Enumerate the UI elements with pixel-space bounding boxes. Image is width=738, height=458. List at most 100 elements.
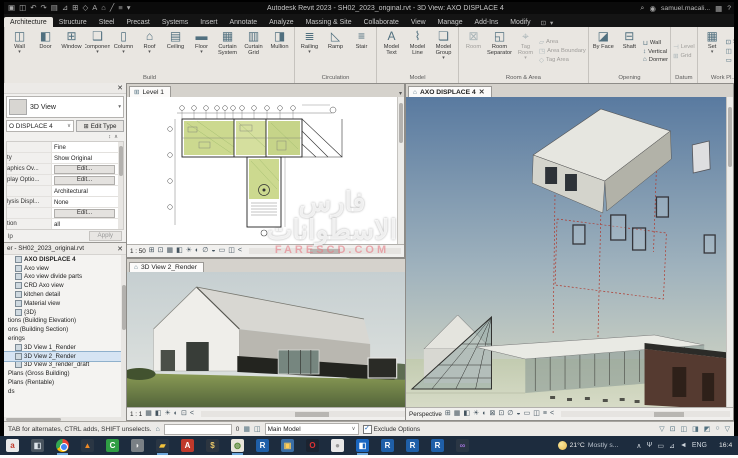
- taskbar-clock[interactable]: 16:4: [719, 442, 732, 449]
- tree-item-selected[interactable]: 3D View 2_Render: [4, 352, 126, 361]
- tab-axo-displace-4[interactable]: ⌂ AXO DISPLACE 4: [408, 86, 492, 97]
- editing-requests-icon[interactable]: ◫: [254, 425, 261, 433]
- tree-item[interactable]: {3D}: [4, 308, 126, 317]
- room-separator-button[interactable]: ◱Room Separator: [487, 28, 512, 74]
- set-work-plane-button[interactable]: ▦Set: [700, 28, 725, 74]
- tree-item[interactable]: 3D View 3_render_draft: [4, 361, 126, 370]
- close-icon[interactable]: [479, 88, 485, 96]
- show-crop-icon[interactable]: ⊞: [445, 409, 451, 419]
- tag-icon[interactable]: ◇: [82, 3, 88, 13]
- tree-category[interactable]: Plans (Gross Building): [4, 369, 126, 378]
- tree-item[interactable]: AXO DISPLACE 4: [4, 255, 126, 264]
- scale-control[interactable]: 1 : 50: [130, 248, 146, 255]
- wall-opening-button[interactable]: ⊔Wall: [643, 39, 668, 47]
- shadows-icon[interactable]: ◐: [482, 409, 486, 419]
- help-menu[interactable]: ?: [727, 5, 731, 12]
- panel-label-room-area[interactable]: Room & Area: [459, 74, 588, 83]
- railing-button[interactable]: ≣Railing: [297, 28, 322, 74]
- display-icon[interactable]: ▭: [657, 442, 664, 450]
- active-workset-field[interactable]: [164, 424, 232, 435]
- select-by-face-icon[interactable]: ◨: [692, 425, 699, 433]
- crop-view-icon[interactable]: ⊡: [158, 246, 164, 256]
- shadows-icon[interactable]: ◐: [195, 246, 199, 256]
- chevron-down-icon[interactable]: ▾: [118, 104, 121, 110]
- save-icon[interactable]: ◫: [19, 3, 26, 13]
- show-crop-icon[interactable]: ⊞: [149, 246, 155, 256]
- property-value[interactable]: all: [52, 221, 123, 228]
- taskbar-app-dollar[interactable]: $: [206, 439, 219, 452]
- view-list-arrow[interactable]: ▾: [399, 90, 402, 97]
- taskbar-app-c[interactable]: C: [106, 439, 119, 452]
- language-indicator[interactable]: ENG: [692, 442, 707, 449]
- vertical-opening-button[interactable]: ↕Vertical: [643, 48, 668, 55]
- tree-category[interactable]: tions (Building Elevation): [4, 317, 126, 326]
- pan-left-arrow[interactable]: <: [238, 246, 242, 256]
- taskbar-edge-icon[interactable]: ◍: [231, 439, 244, 452]
- dropdown-arrow[interactable]: [442, 56, 445, 60]
- model-text-button[interactable]: AModel Text: [379, 28, 404, 74]
- render-canvas[interactable]: [127, 272, 412, 407]
- tab-structure[interactable]: Structure: [53, 17, 93, 27]
- taskbar-file-explorer-icon[interactable]: ▰: [156, 439, 169, 452]
- tab-addins[interactable]: Add-Ins: [469, 17, 505, 27]
- crop-view-icon[interactable]: ⊡: [498, 409, 504, 419]
- dropdown-arrow[interactable]: [122, 50, 125, 54]
- tab-3d-view-2-render[interactable]: ⌂3D View 2_Render: [129, 262, 204, 272]
- tab-analyze[interactable]: Analyze: [263, 17, 300, 27]
- plan-h-scrollbar[interactable]: [249, 248, 401, 254]
- signed-in-user[interactable]: samuel.macali...: [661, 5, 710, 12]
- select-underlay-icon[interactable]: ⊡: [670, 425, 676, 433]
- area-boundary-button[interactable]: ◳Area Boundary: [539, 47, 586, 55]
- taskbar-opera-icon[interactable]: O: [306, 439, 319, 452]
- properties-help[interactable]: lp: [8, 233, 13, 240]
- tab-steel[interactable]: Steel: [93, 17, 121, 27]
- select-pinned-icon[interactable]: ◫: [681, 425, 688, 433]
- tab-modify[interactable]: Modify: [504, 17, 536, 27]
- taskbar-revit-icon[interactable]: R: [406, 439, 419, 452]
- crop-view-icon[interactable]: ⊡: [181, 409, 187, 419]
- curtain-grid-button[interactable]: ▥Curtain Grid: [241, 28, 266, 74]
- plan-canvas[interactable]: [127, 97, 404, 244]
- viewport-axo[interactable]: ⌂ AXO DISPLACE 4: [405, 83, 734, 421]
- taskbar-chrome-icon[interactable]: [56, 439, 69, 452]
- tree-item[interactable]: Axo view: [4, 264, 126, 273]
- taskbar-revit-icon[interactable]: R: [256, 439, 269, 452]
- plan-v-scrollbar[interactable]: [397, 97, 404, 244]
- temporary-view-icon[interactable]: ◫: [533, 409, 540, 419]
- instance-combo[interactable]: O DISPLACE 4: [6, 120, 74, 132]
- tree-item[interactable]: kitchen detail: [4, 290, 126, 299]
- worksharing-home-icon[interactable]: ⌂: [156, 426, 160, 433]
- dropdown-arrow[interactable]: [711, 50, 714, 54]
- tree-item[interactable]: 3D View 1_Render: [4, 343, 126, 352]
- edit-button[interactable]: Edit...: [54, 209, 115, 218]
- component-button[interactable]: ❑Component: [85, 28, 110, 74]
- hidden-icons-chevron[interactable]: ∧: [636, 442, 641, 450]
- section-icon[interactable]: ╱: [110, 3, 115, 13]
- tab-manage[interactable]: Manage: [432, 17, 469, 27]
- tree-category[interactable]: erings: [4, 334, 126, 343]
- dropdown-arrow[interactable]: [96, 50, 99, 54]
- property-value[interactable]: Fine: [52, 144, 123, 151]
- detail-level-icon[interactable]: ▦: [454, 409, 461, 419]
- render-h-scrollbar[interactable]: [201, 411, 409, 417]
- curtain-system-button[interactable]: ▦Curtain System: [215, 28, 240, 74]
- redo-icon[interactable]: ↷: [40, 3, 46, 13]
- property-value[interactable]: Show Original: [52, 155, 123, 162]
- edit-type-button[interactable]: ⊞ Edit Type: [76, 120, 124, 132]
- level-button[interactable]: ⊣Level: [673, 43, 695, 51]
- tab-systems[interactable]: Systems: [156, 17, 194, 27]
- visual-style-icon[interactable]: ◧: [176, 246, 183, 256]
- user-avatar-icon[interactable]: ◉: [649, 4, 656, 13]
- visual-style-icon[interactable]: ◧: [155, 409, 162, 419]
- tab-view[interactable]: View: [405, 17, 432, 27]
- sort-icon[interactable]: ↕: [108, 134, 111, 141]
- viewer-button[interactable]: ▭: [726, 56, 734, 64]
- temporary-hide-icon[interactable]: ∅: [507, 409, 513, 419]
- print-icon[interactable]: ▤: [51, 3, 58, 13]
- analytical-icon[interactable]: ≡: [543, 409, 547, 419]
- undo-icon[interactable]: ↶: [30, 3, 36, 13]
- tree-item[interactable]: Axo view divide parts: [4, 273, 126, 282]
- viewport-plan[interactable]: ⊞Level 1 ▾: [126, 83, 405, 258]
- worksets-icon[interactable]: ▦: [243, 425, 250, 433]
- column-button[interactable]: ▯Column: [111, 28, 136, 74]
